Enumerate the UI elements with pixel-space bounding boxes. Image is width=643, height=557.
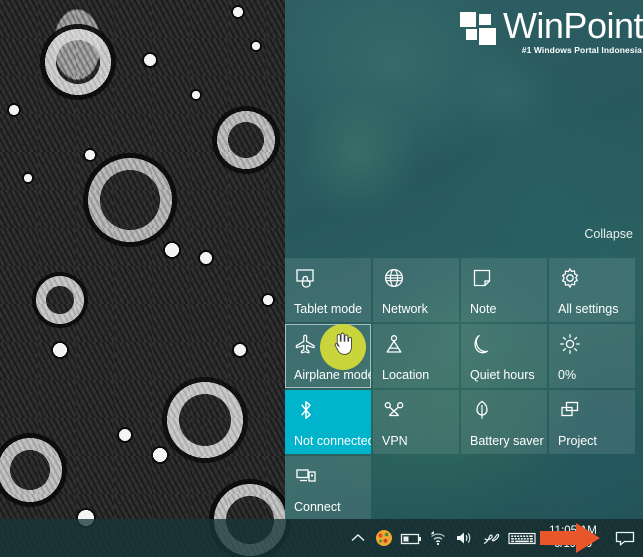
quick-action-tile-tablet-mode[interactable]: Tablet mode xyxy=(285,258,371,322)
wifi-button[interactable] xyxy=(425,519,451,557)
action-center-header: WinPoint #1 Windows Portal Indonesia xyxy=(285,0,643,64)
pen-icon xyxy=(479,528,503,548)
quick-action-tile-connect[interactable]: Connect xyxy=(285,456,371,519)
action-center-button[interactable] xyxy=(607,519,643,557)
quick-action-label: Not connected xyxy=(294,434,371,448)
location-icon xyxy=(383,333,405,355)
quick-action-label: Tablet mode xyxy=(294,302,363,316)
quick-action-tile-note[interactable]: Note xyxy=(461,258,547,322)
quick-action-tile-quiet-hours[interactable]: Quiet hours xyxy=(461,324,547,388)
quick-actions-grid: Tablet mode Network Note All settings Airpla… xyxy=(285,258,643,519)
gear-icon xyxy=(559,267,581,289)
quick-action-label: Battery saver xyxy=(470,434,544,448)
quick-action-tile-airplane-mode[interactable]: Airplane mode xyxy=(285,324,371,388)
quick-action-label: Airplane mode xyxy=(294,368,371,382)
quick-action-label: Connect xyxy=(294,500,341,514)
winpoint-wordmark: WinPoint xyxy=(502,5,643,46)
quick-action-tile-bluetooth[interactable]: Not connected xyxy=(285,390,371,454)
quick-action-label: Location xyxy=(382,368,430,382)
brightness-icon xyxy=(559,333,581,355)
winpoint-tagline: #1 Windows Portal Indonesia xyxy=(521,45,642,55)
screen: WinPoint #1 Windows Portal Indonesia Col… xyxy=(0,0,643,557)
quick-action-label: All settings xyxy=(558,302,619,316)
app-icon xyxy=(374,528,394,548)
quick-action-label: Note xyxy=(470,302,497,316)
globe-icon xyxy=(383,267,405,289)
battery-icon xyxy=(399,528,423,548)
quick-action-label: VPN xyxy=(382,434,408,448)
vpn-icon xyxy=(383,399,405,421)
speech-bubble-icon xyxy=(614,528,636,548)
quick-action-label: Quiet hours xyxy=(470,368,535,382)
clock-date: 6/19/20 xyxy=(553,538,593,550)
pen-button[interactable] xyxy=(477,519,505,557)
tablet-mode-icon xyxy=(295,267,317,289)
wifi-icon xyxy=(428,528,448,548)
quick-action-tile-vpn[interactable]: VPN xyxy=(373,390,459,454)
action-center-panel: WinPoint #1 Windows Portal Indonesia Col… xyxy=(285,0,643,519)
volume-icon xyxy=(454,528,474,548)
battery-button[interactable] xyxy=(397,519,425,557)
touch-keyboard-button[interactable] xyxy=(505,519,539,557)
quick-action-tile-brightness[interactable]: 0% xyxy=(549,324,635,388)
clock-time: 11:05 AM xyxy=(549,525,597,537)
leaf-icon xyxy=(471,399,493,421)
winpoint-logo: WinPoint #1 Windows Portal Indonesia xyxy=(459,5,643,55)
volume-button[interactable] xyxy=(451,519,477,557)
connect-icon xyxy=(295,465,317,487)
winpoint-squares-logo-icon xyxy=(459,12,498,46)
quick-action-tile-all-settings[interactable]: All settings xyxy=(549,258,635,322)
moon-icon xyxy=(471,333,493,355)
clock[interactable]: 11:05 AM 6/19/20 xyxy=(539,519,607,557)
quick-action-tile-network[interactable]: Network xyxy=(373,258,459,322)
system-tray: 11:05 AM 6/19/20 xyxy=(345,519,643,557)
quick-action-label: 0% xyxy=(558,368,577,382)
airplane-icon xyxy=(295,333,317,355)
keyboard-icon xyxy=(507,528,537,548)
project-icon xyxy=(559,399,581,421)
tray-app-button[interactable] xyxy=(371,519,397,557)
quick-action-label: Network xyxy=(382,302,428,316)
quick-action-tile-location[interactable]: Location xyxy=(373,324,459,388)
quick-action-label: Project xyxy=(558,434,597,448)
taskbar: 11:05 AM 6/19/20 xyxy=(0,519,643,557)
show-hidden-icons-button[interactable] xyxy=(345,519,371,557)
quick-action-tile-project[interactable]: Project xyxy=(549,390,635,454)
chevron-up-icon xyxy=(348,528,368,548)
bluetooth-icon xyxy=(295,399,317,421)
quick-action-tile-battery-saver[interactable]: Battery saver xyxy=(461,390,547,454)
note-icon xyxy=(471,267,493,289)
collapse-link[interactable]: Collapse xyxy=(584,227,633,241)
